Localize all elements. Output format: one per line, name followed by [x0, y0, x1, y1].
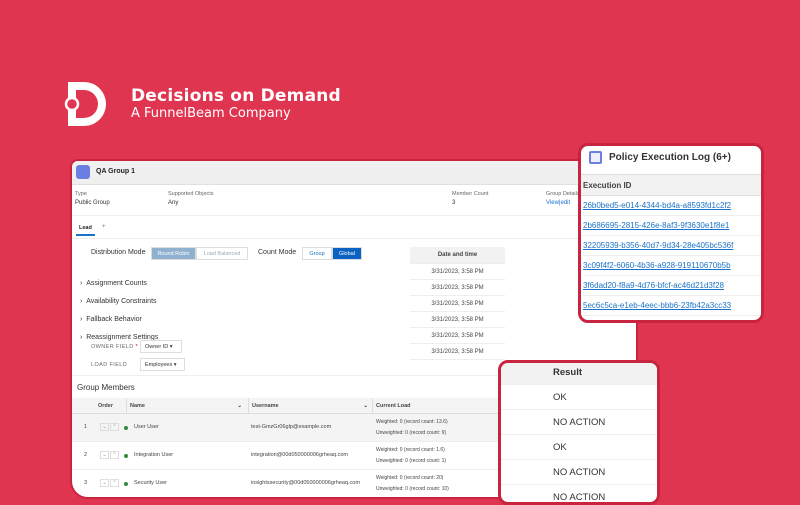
move-down-button[interactable]: ⌄ — [100, 423, 109, 431]
group-button[interactable]: Group — [302, 247, 332, 260]
weighted-load: Weighted: 0 (record count: 13.6) — [376, 419, 448, 425]
result-cell: NO ACTION — [501, 460, 657, 485]
execution-id-link[interactable]: 32205939-b356-40d7-9d34-28e405bc536f — [583, 236, 761, 256]
date-column-header: Date and time — [410, 247, 505, 264]
member-count-value: 3 — [452, 200, 456, 206]
member-row: 3 ⌄ ⌃ Security User insightssecurity@00d… — [72, 470, 500, 497]
count-mode-label: Count Mode — [258, 249, 297, 256]
result-cell: OK — [501, 385, 657, 410]
member-username: insightssecurity@00d050000006grheaq.com — [251, 480, 360, 486]
date-cell: 3/31/2023, 3:58 PM — [410, 280, 505, 296]
owner-field-label: OWNER FIELD * — [91, 344, 139, 350]
date-cell: 3/31/2023, 3:58 PM — [410, 264, 505, 280]
move-down-button[interactable]: ⌄ — [100, 451, 109, 459]
active-status-icon — [124, 482, 128, 486]
details-label: Group Details — [546, 191, 580, 197]
add-tab-button[interactable]: + — [102, 224, 106, 230]
member-row: 2 ⌄ ⌃ Integration User integration@00d05… — [72, 442, 500, 470]
order-number: 1 — [84, 424, 88, 430]
policy-execution-log-panel: Policy Execution Log (6+) Execution ID 2… — [578, 143, 764, 323]
members-table-header: Order Name ⌄ Username ⌄ Current Load — [72, 398, 500, 414]
execution-id-link[interactable]: 3c09f4f2-6060-4b36-a928-919110670b5b — [583, 256, 761, 276]
load-field-select[interactable]: Employees ▾ — [140, 358, 185, 371]
brand-title: Decisions on Demand — [131, 86, 341, 106]
result-cell: OK — [501, 435, 657, 460]
section-availability-constraints[interactable]: › Availability Constraints — [80, 290, 157, 308]
result-header: Result — [501, 363, 657, 385]
active-status-icon — [124, 426, 128, 430]
col-name[interactable]: Name ⌄ — [126, 398, 246, 414]
order-number: 3 — [84, 480, 88, 486]
unweighted-load: Unweighted: 0 (record count: 10) — [376, 486, 449, 492]
group-header: QA Group 1 — [72, 161, 636, 185]
weighted-load: Weighted: 0 (record count: 1.6) — [376, 447, 445, 453]
result-panel: Result OK NO ACTION OK NO ACTION NO ACTI… — [498, 360, 660, 505]
group-icon — [76, 165, 90, 179]
execution-id-link[interactable]: 5ec6c5ca-e1eb-4eec-bbb6-23fb42a3cc33 — [583, 296, 761, 316]
weighted-load: Weighted: 0 (record count: 20) — [376, 475, 444, 481]
objects-label: Supported Objects — [168, 191, 214, 197]
member-count-label: Member Count — [452, 191, 489, 197]
member-name: User User — [134, 424, 159, 430]
col-username[interactable]: Username ⌄ — [248, 398, 372, 414]
distribution-mode-label: Distribution Mode — [91, 249, 146, 256]
section-assignment-counts[interactable]: › Assignment Counts — [80, 272, 147, 290]
tab-lead[interactable]: Lead — [76, 225, 95, 236]
move-up-button[interactable]: ⌃ — [110, 479, 119, 487]
group-members-title: Group Members — [77, 383, 135, 392]
brand-subtitle: A FunnelBeam Company — [131, 106, 291, 121]
type-value: Public Group — [75, 200, 110, 206]
execution-id-header: Execution ID — [581, 174, 761, 196]
section-fallback-behavior[interactable]: › Fallback Behavior — [80, 308, 142, 326]
date-cell: 3/31/2023, 3:58 PM — [410, 328, 505, 344]
execution-id-link[interactable]: 2b686695-2815-426e-8af3-9f3630e1f8e1 — [583, 216, 761, 236]
execution-id-link[interactable]: 26b0bed5-e014-4344-bd4a-a8593fd1c2f2 — [583, 196, 761, 216]
load-balanced-button[interactable]: Load Balanced — [196, 247, 248, 260]
view-edit-link[interactable]: View|edit — [546, 200, 570, 206]
active-status-icon — [124, 454, 128, 458]
load-field-label: LOAD FIELD — [91, 362, 128, 368]
execution-id-link[interactable]: 3f6dad20-f8a9-4d76-bfcf-ac46d21d3f28 — [583, 276, 761, 296]
member-username: test-GmzGr06glp@example.com — [251, 424, 332, 430]
brand-logo-icon — [64, 82, 106, 126]
group-title: QA Group 1 — [96, 168, 136, 175]
order-number: 2 — [84, 452, 88, 458]
log-icon — [589, 151, 602, 164]
type-label: Type — [75, 191, 87, 197]
unweighted-load: Unweighted: 0 (record count: 1) — [376, 458, 447, 464]
unweighted-load: Unweighted: 0 (record count: 9) — [376, 430, 447, 436]
member-username: integration@00d050000006grheaq.com — [251, 452, 349, 458]
policy-log-title: Policy Execution Log (6+) — [609, 152, 731, 163]
member-row: 1 ⌄ ⌃ User User test-GmzGr06glp@example.… — [72, 414, 500, 442]
result-cell: NO ACTION — [501, 485, 657, 502]
col-order: Order — [98, 403, 113, 409]
move-up-button[interactable]: ⌃ — [110, 451, 119, 459]
owner-field-select[interactable]: Owner ID ▾ — [140, 340, 182, 353]
date-cell: 3/31/2023, 3:58 PM — [410, 312, 505, 328]
date-cell: 3/31/2023, 3:58 PM — [410, 296, 505, 312]
date-list: 3/31/2023, 3:58 PM 3/31/2023, 3:58 PM 3/… — [410, 264, 505, 360]
move-down-button[interactable]: ⌄ — [100, 479, 109, 487]
global-button[interactable]: Global — [332, 247, 362, 260]
result-cell: NO ACTION — [501, 410, 657, 435]
member-name: Security User — [134, 480, 168, 486]
round-robin-button[interactable]: Round Robin — [151, 247, 196, 260]
date-cell: 3/31/2023, 3:58 PM — [410, 344, 505, 360]
col-current-load[interactable]: Current Load — [372, 398, 500, 414]
member-name: Integration User — [134, 452, 174, 458]
move-up-button[interactable]: ⌃ — [110, 423, 119, 431]
objects-value: Any — [168, 200, 179, 206]
